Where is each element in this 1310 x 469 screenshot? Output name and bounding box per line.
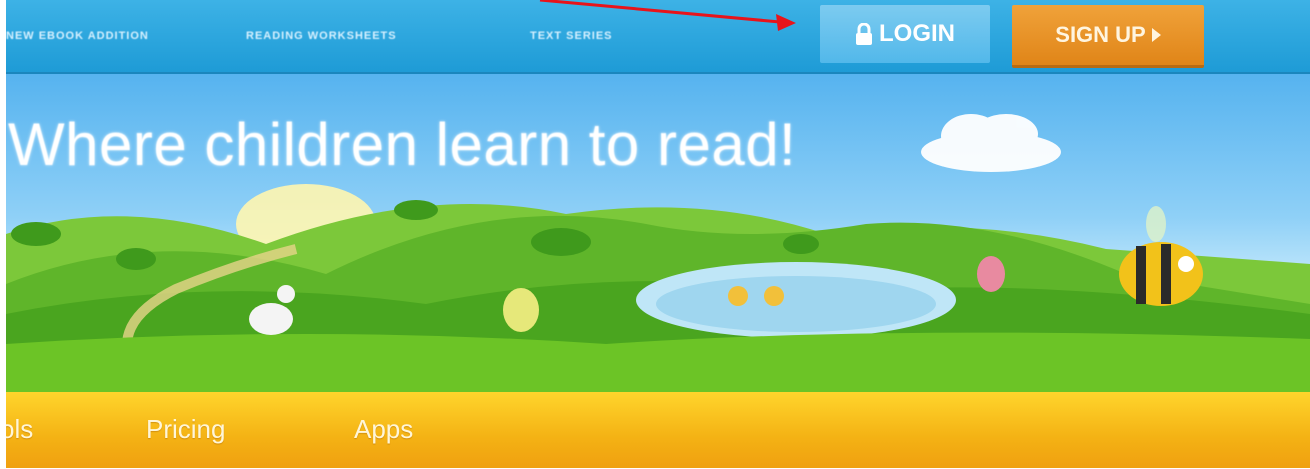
nav-item-apps[interactable]: Apps [354,414,413,445]
cloud-icon [921,114,1061,172]
top-link-2[interactable]: READING WORKSHEETS [246,30,397,44]
top-link-3[interactable]: TEXT SERIES [530,30,613,44]
top-link-1[interactable]: NEW EBOOK ADDITION [6,30,149,44]
login-label: LOGIN [879,20,955,47]
signup-button[interactable]: SIGN UP [1012,5,1204,68]
hero-banner: Where children learn to read! [6,74,1310,392]
play-triangle-icon [1151,28,1161,42]
bee-mascot-icon [1119,206,1203,306]
main-navigation-bar: ols Pricing Apps [6,392,1310,468]
lock-icon [855,22,873,45]
nav-item-schools[interactable]: ols [6,414,33,445]
login-button[interactable]: LOGIN [820,5,990,63]
nav-item-pricing[interactable]: Pricing [146,414,225,445]
website-frame: NEW EBOOK ADDITION READING WORKSHEETS TE… [6,0,1310,469]
hero-title: Where children learn to read! [8,111,797,178]
signup-label: SIGN UP [1055,22,1146,47]
top-navigation-bar: NEW EBOOK ADDITION READING WORKSHEETS TE… [6,0,1310,74]
